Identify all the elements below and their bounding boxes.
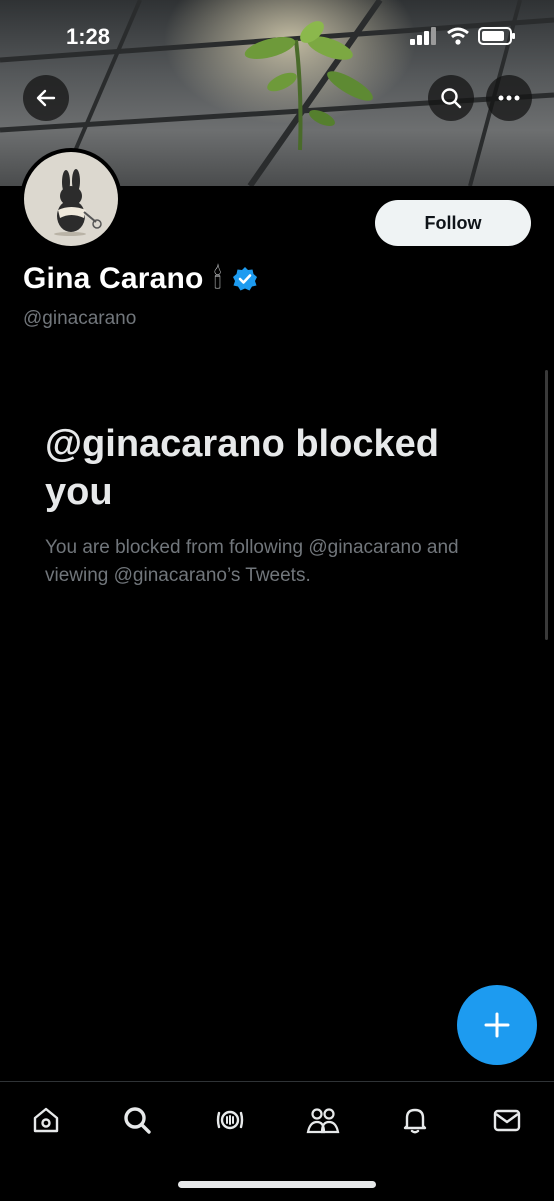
battery-icon — [478, 27, 515, 45]
candle-emoji: 🕯 — [213, 263, 222, 294]
blocked-title: @ginacarano blocked you — [45, 423, 439, 513]
blocked-message: You are blocked from following @ginacara… — [45, 537, 459, 586]
plus-icon — [484, 1012, 510, 1038]
search-icon — [441, 88, 462, 109]
rabbit-illustration-icon — [54, 169, 102, 236]
more-horizontal-icon — [498, 95, 520, 101]
search-icon — [124, 1107, 151, 1134]
status-time: 1:28 — [66, 24, 111, 49]
notifications-icon — [403, 1108, 427, 1134]
tab-messages[interactable] — [487, 1100, 527, 1140]
tab-search[interactable] — [117, 1100, 157, 1140]
cellular-signal-icon — [410, 27, 436, 45]
follow-button[interactable]: Follow — [375, 200, 531, 246]
spaces-icon — [216, 1110, 244, 1130]
home-icon — [33, 1107, 59, 1133]
tab-spaces[interactable] — [210, 1100, 250, 1140]
messages-icon — [493, 1109, 521, 1132]
arrow-left-icon — [36, 89, 56, 107]
display-name: Gina Carano — [23, 262, 204, 295]
compose-tweet-button[interactable] — [457, 985, 537, 1065]
scrollbar[interactable] — [545, 370, 548, 640]
profile-name-row: Gina Carano 🕯 — [23, 262, 258, 296]
search-button[interactable] — [428, 75, 474, 121]
wifi-icon — [447, 27, 469, 45]
home-indicator[interactable] — [178, 1181, 376, 1188]
avatar-image — [24, 152, 118, 246]
communities-icon — [306, 1108, 340, 1134]
tab-home[interactable] — [26, 1100, 66, 1140]
tab-notifications[interactable] — [395, 1100, 435, 1140]
verified-badge-icon — [232, 267, 257, 291]
back-button[interactable] — [23, 75, 69, 121]
profile-handle: @ginacarano — [23, 308, 137, 329]
more-options-button[interactable] — [486, 75, 532, 121]
tab-communities[interactable] — [303, 1100, 343, 1140]
profile-avatar[interactable] — [20, 148, 122, 250]
status-icons — [410, 27, 516, 45]
